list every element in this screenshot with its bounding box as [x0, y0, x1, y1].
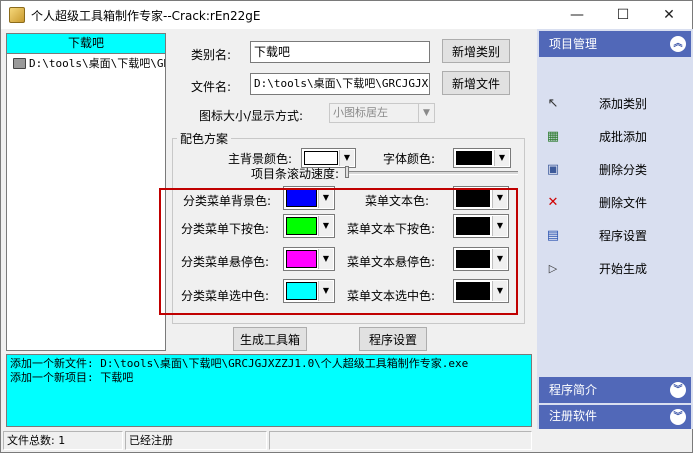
category-name-label: 类别名:: [191, 48, 232, 62]
batch-add-action[interactable]: ▦ 成批添加: [539, 120, 691, 153]
action-label: 开始生成: [599, 262, 648, 276]
delete-category-icon: ▣: [546, 162, 560, 177]
app-window: 个人超级工具箱制作专家--Crack:rEn22gE — ☐ ✕ 下载吧 D:\…: [0, 0, 693, 453]
play-icon: ▷: [548, 262, 558, 275]
minimize-button[interactable]: —: [554, 1, 600, 29]
font-color-picker[interactable]: ▼: [453, 148, 511, 168]
project-management-title: 项目管理: [549, 37, 598, 51]
start-generate-action[interactable]: ▷ 开始生成: [539, 252, 691, 285]
settings-icon: ▤: [546, 228, 560, 243]
icon-mode-value: 小图标居左: [333, 106, 388, 119]
expand-chevron-icon[interactable]: ︾: [670, 382, 686, 398]
action-label: 删除文件: [599, 196, 648, 210]
program-settings-action[interactable]: ▤ 程序设置: [539, 219, 691, 252]
main-bg-color-swatch: [304, 151, 338, 165]
highlight-annotation-box: [159, 188, 518, 315]
register-software-title: 注册软件: [549, 409, 598, 423]
status-empty-cell: [269, 431, 532, 450]
delete-file-icon: ✕: [547, 195, 559, 210]
app-icon: [9, 7, 25, 23]
expand-chevron-icon[interactable]: ︾: [670, 409, 686, 425]
maximize-button[interactable]: ☐: [600, 1, 646, 29]
log-line: 添加一个新项目: 下载吧: [10, 371, 134, 384]
file-name-label: 文件名:: [191, 80, 232, 94]
action-label: 添加类别: [599, 97, 648, 111]
icon-mode-select[interactable]: 小图标居左 ▼: [329, 103, 435, 123]
program-settings-button[interactable]: 程序设置: [359, 327, 427, 351]
program-about-title: 程序简介: [549, 383, 598, 397]
font-color-swatch: [456, 151, 492, 165]
font-color-label: 字体颜色:: [383, 152, 436, 166]
tree-item[interactable]: D:\tools\桌面\下载吧\GRCJGJXZZJ1.0\个人超级工具箱制作专…: [7, 54, 165, 72]
generate-toolbox-button[interactable]: 生成工具箱: [233, 327, 307, 351]
file-count-status: 文件总数: 1: [3, 431, 123, 450]
title-bar: 个人超级工具箱制作专家--Crack:rEn22gE — ☐ ✕: [1, 1, 692, 29]
file-name-input[interactable]: D:\tools\桌面\下载吧\GRCJGJXZZJ1.0\个人超级工具箱制作专…: [250, 73, 430, 95]
chevron-down-icon: ▼: [494, 150, 509, 166]
action-label: 成批添加: [599, 130, 648, 144]
task-panel: 项目管理 ︽ ↖ 添加类别 ▦ 成批添加 ▣ 删除分类 ✕ 删除文件 ▤ 程序设: [537, 29, 693, 429]
chevron-down-icon: ▼: [418, 104, 434, 122]
exe-icon: [13, 57, 26, 69]
cursor-icon: ↖: [547, 96, 559, 111]
action-label: 程序设置: [599, 229, 648, 243]
window-title: 个人超级工具箱制作专家--Crack:rEn22gE: [31, 8, 261, 23]
project-management-header[interactable]: 项目管理 ︽: [539, 31, 691, 57]
close-button[interactable]: ✕: [646, 1, 692, 29]
chevron-down-icon: ▼: [339, 150, 354, 166]
icon-mode-label: 图标大小/显示方式:: [199, 109, 304, 123]
delete-file-action[interactable]: ✕ 删除文件: [539, 186, 691, 219]
add-file-button[interactable]: 新增文件: [442, 71, 510, 95]
scroll-speed-label: 项目条滚动速度:: [251, 167, 340, 181]
scroll-speed-track[interactable]: [346, 171, 518, 175]
category-tree-header[interactable]: 下载吧: [7, 34, 165, 54]
tree-item-label: D:\tools\桌面\下载吧\GRCJGJXZZJ1.0\个人超级工具箱制作专…: [29, 57, 165, 70]
action-label: 删除分类: [599, 163, 648, 177]
delete-category-action[interactable]: ▣ 删除分类: [539, 153, 691, 186]
batch-add-icon: ▦: [546, 129, 560, 144]
add-category-button[interactable]: 新增类别: [442, 39, 510, 63]
category-name-input[interactable]: 下载吧: [250, 41, 430, 63]
scroll-speed-thumb[interactable]: [345, 166, 349, 178]
add-category-action[interactable]: ↖ 添加类别: [539, 87, 691, 120]
register-software-header[interactable]: 注册软件 ︾: [539, 405, 691, 429]
status-bar: 文件总数: 1 已经注册: [1, 429, 692, 452]
log-output: 添加一个新文件: D:\tools\桌面\下载吧\GRCJGJXZZJ1.0\个…: [6, 354, 532, 427]
project-actions-list: ↖ 添加类别 ▦ 成批添加 ▣ 删除分类 ✕ 删除文件 ▤ 程序设置 ▷ 开始生…: [539, 87, 691, 285]
collapse-chevron-icon[interactable]: ︽: [670, 36, 686, 52]
registration-status: 已经注册: [125, 431, 267, 450]
color-scheme-title: 配色方案: [177, 130, 232, 147]
category-tree-panel: 下载吧 D:\tools\桌面\下载吧\GRCJGJXZZJ1.0\个人超级工具…: [6, 33, 166, 351]
log-line: 添加一个新文件: D:\tools\桌面\下载吧\GRCJGJXZZJ1.0\个…: [10, 357, 469, 370]
program-about-header[interactable]: 程序简介 ︾: [539, 377, 691, 403]
